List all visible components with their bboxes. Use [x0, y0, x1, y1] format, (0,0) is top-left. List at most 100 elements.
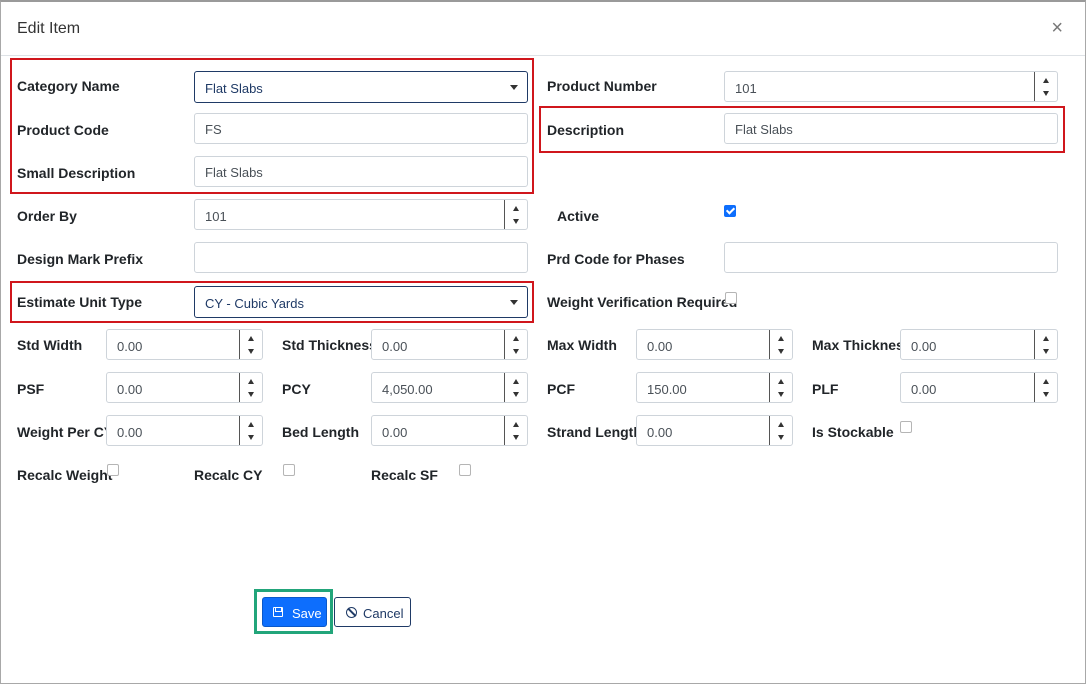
max-thickness-input[interactable]: 0.00 — [900, 329, 1058, 360]
bed-length-label: Bed Length — [282, 424, 359, 440]
is-stockable-label: Is Stockable — [812, 424, 894, 440]
spin-down-icon[interactable] — [513, 349, 519, 354]
spin-down-icon[interactable] — [248, 435, 254, 440]
spin-down-icon[interactable] — [248, 349, 254, 354]
std-width-input[interactable]: 0.00 — [106, 329, 263, 360]
order-by-input[interactable]: 101 — [194, 199, 528, 230]
psf-input[interactable]: 0.00 — [106, 372, 263, 403]
strand-length-label: Strand Length — [547, 424, 642, 440]
spin-up-icon[interactable] — [778, 336, 784, 341]
std-thickness-input[interactable]: 0.00 — [371, 329, 528, 360]
spinner[interactable] — [769, 330, 792, 359]
spin-up-icon[interactable] — [1043, 78, 1049, 83]
spin-down-icon[interactable] — [1043, 349, 1049, 354]
spinner[interactable] — [504, 330, 527, 359]
pcf-input[interactable]: 150.00 — [636, 372, 793, 403]
spinner[interactable] — [504, 416, 527, 445]
design-mark-prefix-input[interactable] — [194, 242, 528, 273]
recalc-sf-label: Recalc SF — [371, 467, 438, 483]
save-button-label: Save — [292, 606, 322, 621]
recalc-cy-checkbox[interactable] — [283, 464, 295, 476]
spin-down-icon[interactable] — [513, 435, 519, 440]
strand-length-value: 0.00 — [647, 425, 673, 440]
spinner[interactable] — [769, 416, 792, 445]
recalc-sf-checkbox[interactable] — [459, 464, 471, 476]
max-width-label: Max Width — [547, 337, 617, 353]
spin-up-icon[interactable] — [513, 206, 519, 211]
product-number-input[interactable]: 101 — [724, 71, 1058, 102]
psf-label: PSF — [17, 381, 45, 397]
pcy-label: PCY — [282, 381, 311, 397]
pcf-value: 150.00 — [647, 382, 687, 397]
highlight-box-estimate-unit-type — [10, 281, 534, 323]
spin-down-icon[interactable] — [513, 219, 519, 224]
floppy-disk-icon — [273, 607, 283, 617]
spin-down-icon[interactable] — [778, 435, 784, 440]
spinner[interactable] — [239, 330, 262, 359]
std-width-value: 0.00 — [117, 339, 143, 354]
save-button[interactable]: Save — [262, 597, 327, 627]
weight-per-cy-label: Weight Per CY — [17, 424, 114, 440]
plf-input[interactable]: 0.00 — [900, 372, 1058, 403]
spin-down-icon[interactable] — [778, 349, 784, 354]
spinner[interactable] — [769, 373, 792, 402]
spinner[interactable] — [239, 416, 262, 445]
spin-up-icon[interactable] — [513, 336, 519, 341]
bed-length-input[interactable]: 0.00 — [371, 415, 528, 446]
recalc-weight-label: Recalc Weight — [17, 467, 113, 483]
highlight-box-description — [539, 106, 1065, 153]
pcy-input[interactable]: 4,050.00 — [371, 372, 528, 403]
strand-length-input[interactable]: 0.00 — [636, 415, 793, 446]
ban-icon — [346, 607, 357, 618]
edit-item-modal: Edit Item × Category Name Flat Slabs Pro… — [0, 0, 1086, 684]
spin-down-icon[interactable] — [778, 392, 784, 397]
spin-up-icon[interactable] — [513, 422, 519, 427]
product-number-value: 101 — [735, 81, 757, 96]
std-thickness-value: 0.00 — [382, 339, 408, 354]
active-checkbox[interactable] — [724, 205, 736, 217]
design-mark-prefix-label: Design Mark Prefix — [17, 251, 144, 267]
psf-value: 0.00 — [117, 382, 143, 397]
spinner[interactable] — [239, 373, 262, 402]
bed-length-value: 0.00 — [382, 425, 408, 440]
spin-up-icon[interactable] — [513, 379, 519, 384]
spinner[interactable] — [1034, 330, 1057, 359]
spin-down-icon[interactable] — [513, 392, 519, 397]
close-icon[interactable]: × — [1051, 18, 1063, 38]
spin-up-icon[interactable] — [778, 422, 784, 427]
spin-up-icon[interactable] — [248, 336, 254, 341]
spin-up-icon[interactable] — [1043, 379, 1049, 384]
weight-verification-checkbox[interactable] — [725, 292, 737, 304]
active-label: Active — [557, 208, 600, 224]
plf-label: PLF — [812, 381, 839, 397]
product-number-label: Product Number — [547, 78, 657, 94]
spin-up-icon[interactable] — [778, 379, 784, 384]
max-width-input[interactable]: 0.00 — [636, 329, 793, 360]
recalc-cy-label: Recalc CY — [194, 467, 263, 483]
spinner[interactable] — [1034, 373, 1057, 402]
spinner[interactable] — [504, 373, 527, 402]
cancel-button-label: Cancel — [363, 606, 404, 621]
order-by-value: 101 — [205, 209, 227, 224]
spin-down-icon[interactable] — [1043, 91, 1049, 96]
prd-code-for-phases-input[interactable] — [724, 242, 1058, 273]
spin-up-icon[interactable] — [248, 379, 254, 384]
weight-verification-required-label: Weight Verification Required — [547, 294, 738, 310]
order-by-label: Order By — [17, 208, 77, 224]
spin-down-icon[interactable] — [1043, 392, 1049, 397]
max-thickness-value: 0.00 — [911, 339, 937, 354]
is-stockable-checkbox[interactable] — [900, 421, 912, 433]
prd-code-for-phases-label: Prd Code for Phases — [547, 251, 685, 267]
cancel-button[interactable]: Cancel — [334, 597, 411, 627]
spinner[interactable] — [504, 200, 527, 229]
spin-up-icon[interactable] — [248, 422, 254, 427]
recalc-weight-checkbox[interactable] — [107, 464, 119, 476]
spin-up-icon[interactable] — [1043, 336, 1049, 341]
weight-per-cy-input[interactable]: 0.00 — [106, 415, 263, 446]
plf-value: 0.00 — [911, 382, 937, 397]
spin-down-icon[interactable] — [248, 392, 254, 397]
modal-header: Edit Item × — [1, 2, 1085, 56]
std-thickness-label: Std Thickness — [282, 337, 377, 353]
spinner[interactable] — [1034, 72, 1057, 101]
modal-title: Edit Item — [17, 20, 81, 37]
